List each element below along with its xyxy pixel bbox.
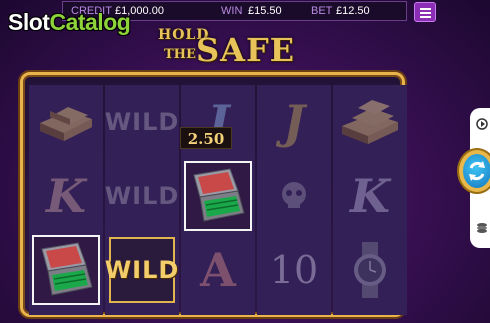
cash-case-symbol — [181, 159, 255, 232]
refresh-icon — [469, 161, 485, 181]
wild-symbol: WILD — [104, 107, 180, 136]
reel-4: J 10 — [257, 85, 331, 315]
gold-bars-icon — [333, 85, 407, 158]
symbol-j: J — [283, 94, 305, 149]
symbol-10: 10 — [269, 247, 319, 292]
watch-icon — [333, 233, 407, 306]
bet-label: BET — [311, 5, 333, 17]
prize-value-label: 2.50 — [180, 127, 232, 149]
gold-bars-icon — [29, 85, 103, 158]
cash-case-icon — [32, 234, 100, 305]
coins-icon[interactable] — [476, 222, 488, 234]
brand-watermark: SlotCatalog — [8, 9, 131, 35]
reel-2: WILD WILD WILD — [105, 85, 179, 315]
reel-3: J A — [181, 85, 255, 315]
win-label: WIN — [221, 5, 243, 17]
symbol-a: A — [200, 242, 236, 297]
menu-button[interactable] — [414, 2, 436, 22]
reel-5: K — [333, 85, 407, 315]
cash-case-icon — [184, 160, 252, 231]
bet-value: £12.50 — [336, 5, 370, 17]
wild-symbol-highlighted: WILD — [105, 233, 179, 306]
symbol-k: K — [46, 168, 86, 223]
game-logo: HOLD THE SAFE — [158, 27, 296, 69]
spin-button[interactable] — [459, 150, 490, 192]
hamburger-icon — [420, 8, 431, 10]
symbol-k: K — [350, 168, 390, 223]
win-value: £15.50 — [248, 5, 282, 17]
wild-symbol: WILD — [104, 181, 180, 210]
reel-frame: K WILD WILD WILD J A J 10 K — [20, 72, 407, 317]
autoplay-icon[interactable] — [476, 118, 488, 130]
reel-1: K — [29, 85, 103, 315]
skull-icon — [257, 159, 331, 232]
cash-case-symbol — [29, 233, 103, 306]
